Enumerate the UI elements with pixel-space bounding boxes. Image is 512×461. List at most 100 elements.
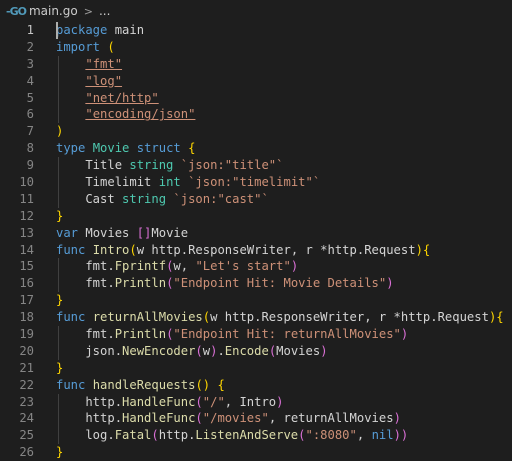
code-line[interactable]: 1 package main bbox=[0, 22, 512, 39]
code-token: http. bbox=[158, 428, 196, 443]
code-token: `json:"title"` bbox=[180, 158, 284, 173]
code-token: ) bbox=[400, 327, 409, 342]
code-line[interactable]: 19 fmt.Println("Endpoint Hit: returnAllM… bbox=[0, 326, 512, 343]
code-token: ) bbox=[386, 276, 394, 291]
code-line[interactable]: 23 http.HandleFunc("/", Intro) bbox=[0, 393, 512, 411]
code-token: func bbox=[56, 242, 86, 257]
line-number: 16 bbox=[19, 276, 34, 291]
code-token: w, bbox=[173, 259, 196, 274]
line-text: "encoding/json" bbox=[34, 106, 195, 124]
indent-guide bbox=[58, 410, 59, 428]
line-number: 25 bbox=[19, 428, 34, 443]
indent-guide bbox=[58, 258, 59, 276]
line-number: 6 bbox=[26, 107, 34, 122]
code-token: ( bbox=[107, 39, 115, 54]
code-token: struct bbox=[136, 141, 181, 156]
code-line[interactable]: 5 "net/http" bbox=[0, 89, 512, 107]
code-token: "log" bbox=[85, 73, 123, 88]
code-token: Movies bbox=[78, 225, 137, 240]
line-text: Cast string `json:"cast"` bbox=[34, 190, 269, 208]
code-line[interactable]: 4 "log" bbox=[0, 72, 512, 90]
code-token: import bbox=[56, 39, 101, 54]
code-token: json. bbox=[56, 343, 123, 358]
line-number: 15 bbox=[19, 259, 34, 274]
line-number: 22 bbox=[19, 377, 34, 392]
code-line[interactable]: 3 "fmt" bbox=[0, 55, 512, 73]
code-line[interactable]: 7) bbox=[0, 123, 512, 140]
code-editor[interactable]: -GO main.go > ... 1 package main 2 import (… bbox=[0, 0, 512, 460]
line-text: "log" bbox=[34, 72, 123, 90]
line-text: fmt.Println("Endpoint Hit: Movie Details… bbox=[34, 275, 394, 293]
code-line[interactable]: 18 func returnAllMovies(w http.ResponseWr… bbox=[0, 309, 512, 326]
code-line[interactable]: 6 "encoding/json" bbox=[0, 106, 512, 124]
line-number: 9 bbox=[26, 158, 34, 173]
code-token: )) bbox=[393, 428, 409, 443]
line-number: 3 bbox=[26, 56, 34, 71]
code-token: "/" bbox=[202, 394, 225, 409]
code-line[interactable]: 13 var Movies []Movie bbox=[0, 225, 512, 242]
line-text: func Intro(w http.ResponseWriter, r *htt… bbox=[34, 242, 430, 259]
code-token: [] bbox=[136, 225, 152, 240]
code-line[interactable]: 16 fmt.Println("Endpoint Hit: Movie Deta… bbox=[0, 275, 512, 293]
code-line[interactable]: 11 Cast string `json:"cast"` bbox=[0, 190, 512, 208]
line-text: } bbox=[34, 208, 63, 225]
code-line[interactable]: 21} bbox=[0, 360, 512, 377]
code-token: ( bbox=[202, 310, 211, 325]
code-line[interactable]: 8 type Movie struct { bbox=[0, 140, 512, 157]
code-token: Fatal bbox=[114, 428, 152, 443]
code-token: Encode bbox=[224, 343, 269, 358]
breadcrumb[interactable]: -GO main.go > ... bbox=[0, 0, 512, 22]
code-line[interactable]: 20 json.NewEncoder(w).Encode(Movies) bbox=[0, 342, 512, 360]
breadcrumb-file[interactable]: main.go bbox=[29, 4, 78, 18]
line-text: func returnAllMovies(w http.ResponseWrit… bbox=[34, 309, 504, 326]
code-line[interactable]: 22 func handleRequests() { bbox=[0, 377, 512, 394]
indent-guide bbox=[58, 393, 59, 411]
code-token: w http.ResponseWriter, r *http.Request bbox=[210, 310, 489, 325]
code-token: , returnAllMovies bbox=[268, 411, 394, 426]
line-text: "fmt" bbox=[34, 55, 122, 73]
code-token: { bbox=[188, 141, 196, 156]
code-line[interactable]: 15 fmt.Fprintf(w, "Let's start") bbox=[0, 258, 512, 276]
code-line[interactable]: 9 Title string `json:"title"` bbox=[0, 157, 512, 175]
code-line[interactable]: 12} bbox=[0, 208, 512, 225]
code-token: "Let's start" bbox=[195, 259, 291, 274]
code-line[interactable]: 17} bbox=[0, 292, 512, 309]
line-text: func handleRequests() { bbox=[34, 377, 225, 394]
code-line[interactable]: 26} bbox=[0, 444, 512, 461]
code-line[interactable]: 25 log.Fatal(http.ListenAndServe(":8080"… bbox=[0, 427, 512, 445]
breadcrumb-more[interactable]: ... bbox=[99, 4, 110, 18]
code-token: } bbox=[56, 360, 64, 375]
indent-guide bbox=[58, 106, 59, 124]
code-line[interactable]: 10 Timelimit int `json:"timelimit"` bbox=[0, 174, 512, 191]
line-text: log.Fatal(http.ListenAndServe(":8080", n… bbox=[34, 427, 409, 445]
code-token: } bbox=[56, 208, 64, 223]
indent-guide bbox=[58, 55, 59, 73]
code-token: Movie bbox=[151, 225, 189, 240]
code-token: Movie bbox=[92, 141, 130, 156]
line-number: 17 bbox=[19, 293, 34, 308]
line-number: 8 bbox=[26, 141, 34, 156]
code-token: ) bbox=[276, 394, 284, 409]
line-text: import ( bbox=[34, 39, 115, 56]
code-token: Println bbox=[114, 276, 167, 291]
code-token: } bbox=[56, 445, 64, 460]
code-token: Println bbox=[114, 327, 167, 342]
line-number: 19 bbox=[19, 327, 34, 342]
code-area[interactable]: 1 package main 2 import (3 "fmt" 4 "log" 5 "n… bbox=[0, 22, 512, 461]
line-number: 4 bbox=[26, 73, 34, 88]
code-line[interactable]: 24 http.HandleFunc("/movies", returnAllM… bbox=[0, 410, 512, 428]
line-text: fmt.Fprintf(w, "Let's start") bbox=[34, 258, 298, 276]
code-line[interactable]: 2 import ( bbox=[0, 39, 512, 56]
code-line[interactable]: 14 func Intro(w http.ResponseWriter, r *h… bbox=[0, 242, 512, 259]
line-number: 24 bbox=[19, 411, 34, 426]
code-token: func bbox=[56, 377, 86, 392]
code-token: Fprintf bbox=[114, 259, 167, 274]
line-number: 7 bbox=[26, 124, 34, 139]
code-token: { bbox=[422, 242, 431, 257]
code-token: ( bbox=[195, 411, 203, 426]
